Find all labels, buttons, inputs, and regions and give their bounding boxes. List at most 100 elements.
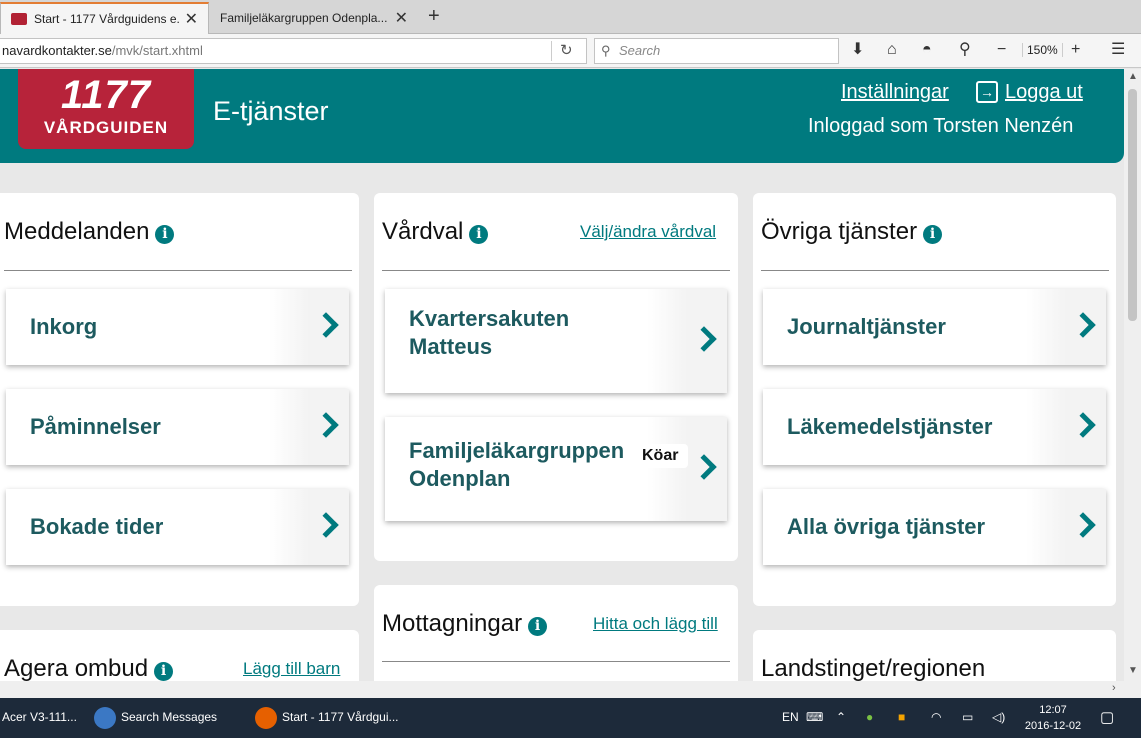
taskbar-item-firefox[interactable]: Start - 1177 Vårdgui... [282,710,399,724]
volume-icon[interactable]: ◁) [992,710,1005,724]
page-header: 1177 VÅRDGUIDEN E-tjänster Inställningar… [0,69,1124,163]
settings-link[interactable]: Inställningar [841,81,949,104]
arrow-area [269,389,349,465]
item-paminnelser[interactable]: Påminnelser [6,389,349,465]
card-title-text: Meddelanden [4,218,150,245]
reload-icon[interactable]: ↻ [560,39,573,63]
item-label: Läkemedelstjänster [787,414,993,439]
thunderbird-icon [94,707,116,729]
menu-icon[interactable]: ☰ [1111,41,1125,59]
card-title: Meddelanden i [4,218,175,246]
item-alla-ovriga-tjanster[interactable]: Alla övriga tjänster [763,489,1106,565]
zoom-in-icon[interactable]: + [1071,41,1080,59]
arrow-area [647,417,727,521]
info-icon[interactable]: i [154,662,174,681]
card-agent: Agera ombud i Lägg till barn [0,630,359,681]
taskbar-item-search-messages[interactable]: Search Messages [121,710,217,724]
item-bokade-tider[interactable]: Bokade tider [6,489,349,565]
download-icon[interactable]: ⬇ [851,41,864,59]
battery-icon[interactable]: ▭ [962,710,973,724]
divider [382,270,730,271]
url-bar[interactable]: navardkontakter.se/mvk/start.xhtml ↻ [0,38,587,64]
arrow-area [1026,289,1106,365]
chevron-right-icon [691,326,717,352]
card-title: Övriga tjänster i [761,218,943,246]
tray-expand-icon[interactable]: ⌃ [836,710,846,724]
logout-icon[interactable]: → [976,81,998,103]
card-title-text: Agera ombud [4,655,149,681]
chevron-right-icon [1070,412,1096,438]
item-label: Bokade tider [30,514,164,539]
scroll-thumb[interactable] [1128,89,1137,321]
arrow-area [647,289,727,393]
card-clinics: Mottagningar i Hitta och lägg till [374,585,738,681]
scroll-down-icon[interactable]: ▼ [1128,665,1138,676]
logged-in-text: Inloggad som Torsten Nenzén [808,115,1074,137]
url-separator [551,41,552,61]
search-field[interactable]: ⚲ Search [594,38,839,64]
url-host: navardkontakter.se [2,43,112,58]
browser-tab-bar: Start - 1177 Vårdguidens e... ✕ Familjel… [0,0,1141,34]
logo-number: 1177 [60,73,151,117]
card-title-text: Övriga tjänster [761,218,918,245]
queue-badge: Köar [632,444,689,468]
taskbar-item-acer[interactable]: Acer V3-111... [2,710,77,724]
info-icon[interactable]: i [923,225,943,244]
vertical-scrollbar[interactable]: ▲ ▼ [1124,69,1141,681]
chevron-right-icon [1070,512,1096,538]
info-icon[interactable]: i [155,225,175,244]
item-familjelakargruppen[interactable]: Familjeläkargruppen Odenplan Köar [385,417,727,521]
wifi-icon[interactable]: ◠ [931,710,941,724]
language-indicator[interactable]: EN [782,710,799,724]
item-label: Kvartersakuten Matteus [409,305,569,361]
item-kvartersakuten[interactable]: Kvartersakuten Matteus [385,289,727,393]
tab-title: Familjeläkargruppen Odenpla... [220,11,388,25]
zoom-out-icon[interactable]: − [997,41,1006,59]
change-care-choice-link[interactable]: Välj/ändra vårdval [580,222,716,242]
card-title: Mottagningar i [382,610,548,638]
card-care-choice: Vårdval i Välj/ändra vårdval Kvartersakut… [374,193,738,561]
logout-link[interactable]: Logga ut [1005,81,1083,104]
service-title: E-tjänster [213,96,329,126]
item-label: Påminnelser [30,414,161,439]
security-icon[interactable]: ● [866,710,873,724]
arrow-area [1026,389,1106,465]
private-mask-icon[interactable]: ◓ [922,41,932,59]
item-inkorg[interactable]: Inkorg [6,289,349,365]
info-icon[interactable]: i [528,617,548,636]
find-clinic-link[interactable]: Hitta och lägg till [593,614,718,634]
card-title-text: Vårdval [382,218,464,245]
app-tray-icon[interactable]: ■ [898,710,905,724]
notifications-icon[interactable]: ▢ [1100,708,1114,726]
close-tab-icon[interactable]: ✕ [185,9,198,29]
scroll-up-icon[interactable]: ▲ [1128,71,1138,82]
new-tab-icon[interactable]: + [428,5,440,28]
info-icon[interactable]: i [469,225,489,244]
card-title-text: Mottagningar [382,610,523,637]
card-other-services: Övriga tjänster i Journaltjänster Läkemed… [753,193,1116,606]
chevron-right-icon [313,312,339,338]
item-journaltjanster[interactable]: Journaltjänster [763,289,1106,365]
home-icon[interactable]: ⌂ [887,41,897,59]
horizontal-scrollbar[interactable]: › [0,681,1141,698]
clock-date: 2016-12-02 [1024,720,1082,732]
tab-start[interactable]: Start - 1177 Vårdguidens e... ✕ [0,2,209,34]
arrow-area [269,289,349,365]
taskbar-clock[interactable]: 12:07 2016-12-02 [1022,702,1084,734]
add-child-link[interactable]: Lägg till barn [243,659,340,679]
item-lakemedelstjanster[interactable]: Läkemedelstjänster [763,389,1106,465]
close-tab-icon[interactable]: ✕ [395,8,408,28]
card-title: Agera ombud i [4,655,174,681]
vardguiden-favicon-icon [11,13,27,25]
zoom-level[interactable]: 150% [1022,43,1063,57]
item-label-line1: Familjeläkargruppen [409,438,625,463]
magnifier-icon[interactable]: ⚲ [959,41,971,59]
keyboard-icon[interactable]: ⌨ [806,710,823,724]
chevron-right-icon [313,512,339,538]
chevron-right-icon [691,454,717,480]
clock-time: 12:07 [1039,704,1067,716]
tab-familjelakargruppen[interactable]: Familjeläkargruppen Odenpla... ✕ [210,2,418,34]
vardguiden-logo[interactable]: 1177 VÅRDGUIDEN [18,69,194,149]
scroll-right-icon[interactable]: › [1112,682,1116,694]
item-label: Inkorg [30,314,98,339]
